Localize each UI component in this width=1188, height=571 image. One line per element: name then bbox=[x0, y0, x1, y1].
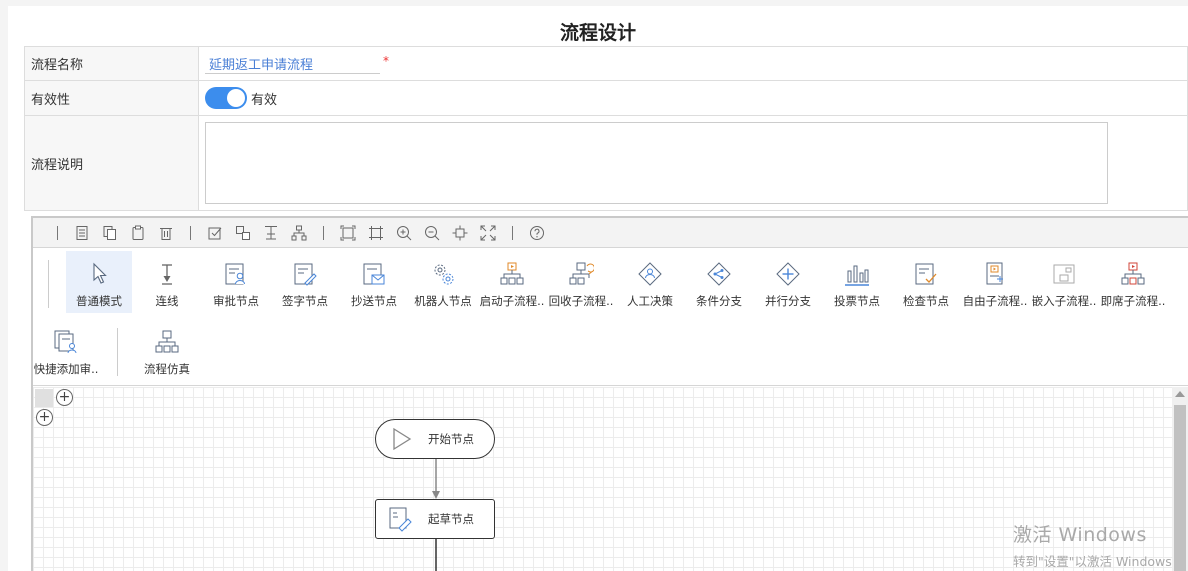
help-icon[interactable] bbox=[523, 223, 551, 243]
name-label: 流程名称 bbox=[25, 47, 199, 80]
palette-item-adhoc-subflow[interactable]: 即席子流程.. bbox=[1100, 251, 1166, 313]
palette-item-start-subflow[interactable]: 启动子流程.. bbox=[479, 251, 545, 313]
palette-item-quick-add[interactable]: 快捷添加审.. bbox=[33, 319, 99, 381]
palette-item-parallel-branch[interactable]: 并行分支 bbox=[755, 251, 821, 313]
play-icon bbox=[393, 427, 412, 451]
approval-node-icon bbox=[225, 263, 245, 285]
simulation-icon bbox=[155, 330, 179, 353]
palette-item-connector[interactable]: 连线 bbox=[134, 251, 200, 313]
process-description-textarea[interactable] bbox=[205, 122, 1108, 204]
recycle-subflow-icon bbox=[569, 262, 594, 285]
name-row: 流程名称 * bbox=[24, 47, 1188, 81]
palette-divider bbox=[48, 260, 49, 308]
manual-decision-icon bbox=[638, 262, 662, 286]
palette-item-vote-node[interactable]: 投票节点 bbox=[824, 251, 890, 313]
flow-designer: 普通模式 连线 审批节点 签字节点 抄送节点 机器人节点 启动子流程.. 回收子… bbox=[31, 216, 1188, 571]
palette-item-condition-branch[interactable]: 条件分支 bbox=[686, 251, 752, 313]
process-form: 流程名称 * 有效性 有效 流程说明 bbox=[24, 46, 1188, 211]
sign-node-icon bbox=[294, 263, 317, 286]
node-palette: 普通模式 连线 审批节点 签字节点 抄送节点 机器人节点 启动子流程.. 回收子… bbox=[33, 248, 1188, 386]
toolbar-divider bbox=[323, 225, 324, 240]
draft-node-label: 起草节点 bbox=[428, 512, 474, 526]
layout-icon[interactable] bbox=[285, 223, 313, 243]
toolbar-divider bbox=[57, 225, 58, 240]
validity-toggle[interactable] bbox=[205, 87, 247, 109]
group-icon[interactable] bbox=[229, 223, 257, 243]
cursor-icon bbox=[93, 262, 107, 284]
quick-add-icon bbox=[54, 330, 77, 354]
scroll-up-icon[interactable] bbox=[1175, 391, 1185, 397]
draft-edit-icon bbox=[389, 507, 412, 532]
palette-item-check-node[interactable]: 检查节点 bbox=[893, 251, 959, 313]
free-subflow-icon bbox=[986, 262, 1003, 285]
canvas-corner bbox=[35, 389, 53, 407]
palette-item-simulation[interactable]: 流程仿真 bbox=[134, 319, 200, 381]
vote-node-icon bbox=[845, 265, 869, 286]
connector-arrow[interactable] bbox=[430, 459, 442, 501]
paste-icon[interactable] bbox=[124, 223, 152, 243]
parallel-branch-icon bbox=[776, 262, 800, 286]
palette-item-sign-node[interactable]: 签字节点 bbox=[272, 251, 338, 313]
palette-item-manual-decision[interactable]: 人工决策 bbox=[617, 251, 683, 313]
process-name-input[interactable] bbox=[205, 53, 380, 74]
palette-item-cc-node[interactable]: 抄送节点 bbox=[341, 251, 407, 313]
desc-row: 流程说明 bbox=[24, 116, 1188, 211]
palette-item-approval-node[interactable]: 审批节点 bbox=[203, 251, 269, 313]
select-all-icon[interactable] bbox=[201, 223, 229, 243]
page-icon[interactable] bbox=[68, 223, 96, 243]
designer-toolbar bbox=[33, 218, 1188, 248]
copy-icon[interactable] bbox=[96, 223, 124, 243]
toggle-knob bbox=[227, 89, 245, 107]
palette-item-robot-node[interactable]: 机器人节点 bbox=[410, 251, 476, 313]
fullscreen-icon[interactable] bbox=[474, 223, 502, 243]
align-icon[interactable] bbox=[257, 223, 285, 243]
validity-text: 有效 bbox=[251, 92, 278, 108]
condition-branch-icon bbox=[707, 262, 731, 286]
start-node-label: 开始节点 bbox=[428, 432, 474, 446]
page-title: 流程设计 bbox=[559, 22, 636, 44]
center-icon[interactable] bbox=[446, 223, 474, 243]
start-subflow-icon bbox=[500, 262, 524, 285]
palette-divider bbox=[117, 328, 118, 376]
toolbar-divider bbox=[512, 225, 513, 240]
expand-plus-icon[interactable]: + bbox=[56, 389, 73, 406]
check-node-icon bbox=[915, 263, 937, 285]
delete-icon[interactable] bbox=[152, 223, 180, 243]
palette-item-embed-subflow[interactable]: 嵌入子流程.. bbox=[1031, 251, 1097, 313]
validity-label: 有效性 bbox=[25, 81, 199, 115]
zoom-out-icon[interactable] bbox=[418, 223, 446, 243]
palette-item-free-subflow[interactable]: 自由子流程.. bbox=[962, 251, 1028, 313]
fit-icon[interactable] bbox=[334, 223, 362, 243]
adhoc-subflow-icon bbox=[1121, 262, 1145, 285]
actual-size-icon[interactable] bbox=[362, 223, 390, 243]
validity-row: 有效性 有效 bbox=[24, 81, 1188, 116]
palette-item-recycle-subflow[interactable]: 回收子流程.. bbox=[548, 251, 614, 313]
expand-plus-icon[interactable]: + bbox=[36, 409, 53, 426]
zoom-in-icon[interactable] bbox=[390, 223, 418, 243]
cc-node-icon bbox=[363, 263, 385, 285]
page: 流程设计 流程名称 * 有效性 有效 流程说明 bbox=[8, 6, 1188, 571]
connector-line[interactable] bbox=[430, 539, 442, 571]
desc-label: 流程说明 bbox=[25, 116, 199, 210]
start-node[interactable]: 开始节点 bbox=[375, 419, 495, 459]
connector-icon bbox=[162, 264, 172, 285]
windows-activation-watermark: 激活 Windows 转到"设置"以激活 Windows bbox=[1013, 524, 1172, 569]
embed-subflow-icon bbox=[1053, 264, 1075, 284]
robot-node-icon bbox=[434, 264, 454, 285]
palette-item-normal-mode[interactable]: 普通模式 bbox=[66, 251, 132, 313]
draft-node[interactable]: 起草节点 bbox=[375, 499, 495, 539]
toolbar-divider bbox=[190, 225, 191, 240]
required-mark: * bbox=[383, 53, 389, 68]
